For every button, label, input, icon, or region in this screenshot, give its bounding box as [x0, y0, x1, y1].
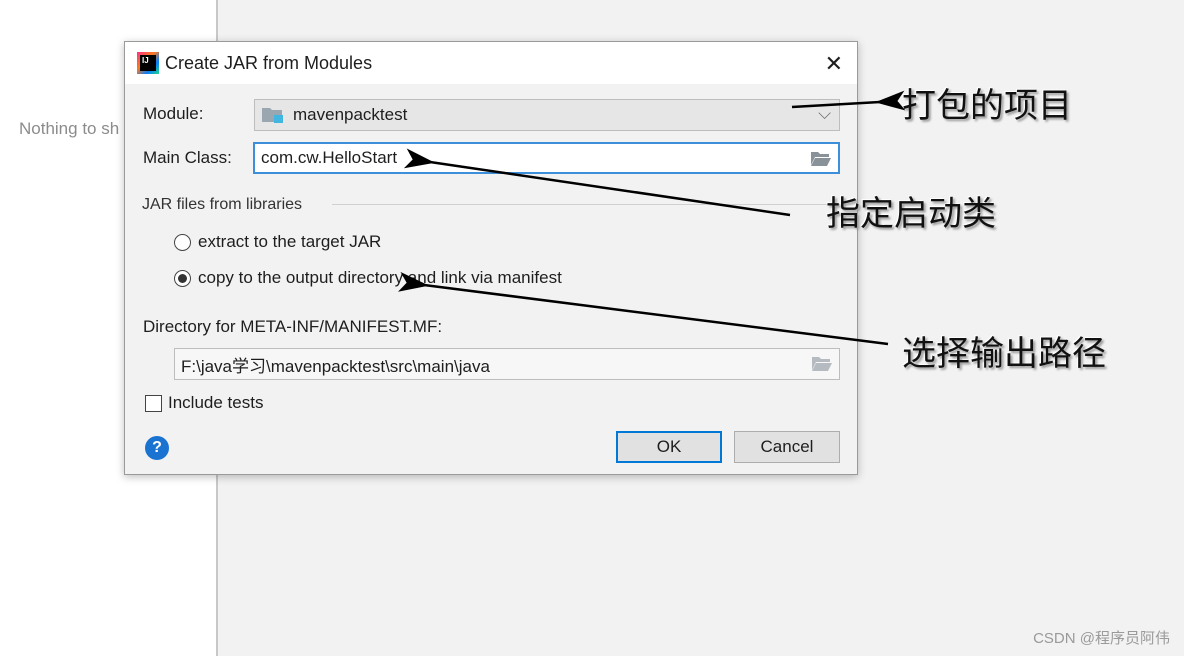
annotation-module: 打包的项目	[902, 86, 1072, 126]
annotation-main-class: 指定启动类	[826, 194, 996, 234]
arrow-output	[397, 271, 889, 346]
arrow-main-class	[403, 148, 791, 217]
watermark: CSDN @程序员阿伟	[1033, 630, 1170, 647]
arrow-module	[791, 90, 906, 111]
annotation-output: 选择输出路径	[902, 334, 1106, 374]
